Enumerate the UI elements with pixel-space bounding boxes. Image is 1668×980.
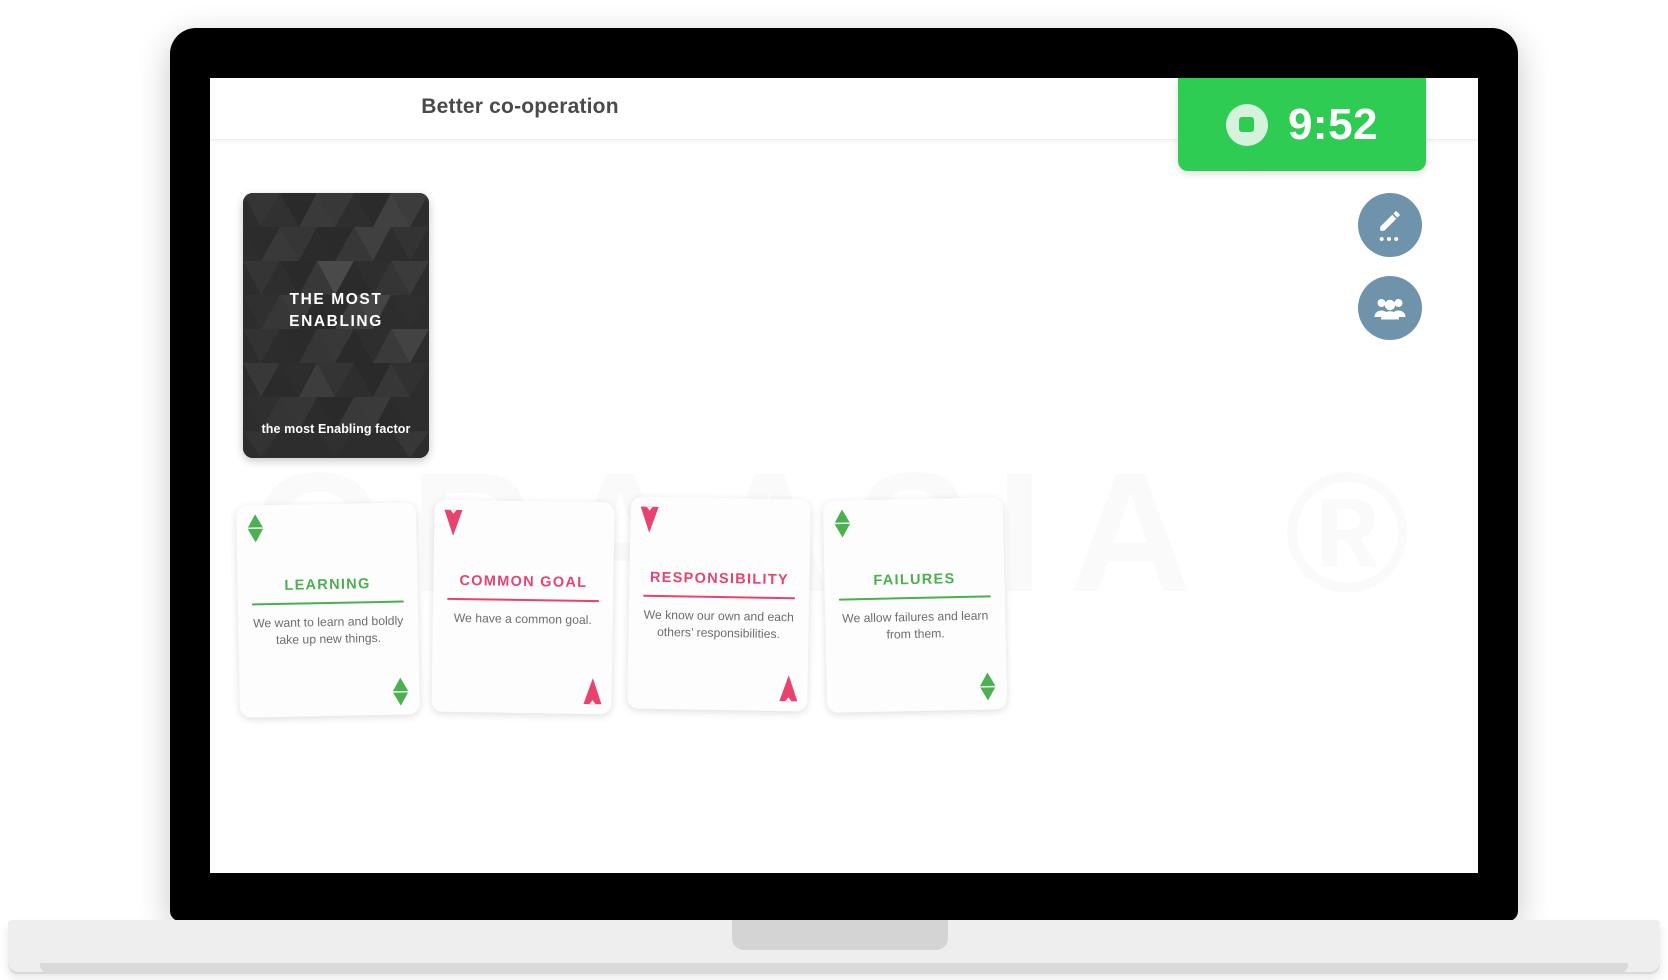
pink-triangle-marker-icon — [778, 673, 799, 703]
factor-card-title: RESPONSIBILITY — [649, 569, 790, 589]
screenshot-root: GRAASIA ® Better co-operation 9:52 ••• — [0, 0, 1668, 980]
people-group-icon — [1374, 295, 1406, 321]
pink-triangle-marker-icon — [582, 676, 602, 706]
factor-card-body: We want to learn and boldly take up new … — [253, 613, 404, 647]
pink-triangle-marker-icon — [443, 508, 463, 538]
factor-card-rule — [251, 600, 404, 606]
factor-cards-row: LEARNING We want to learn and boldly tak… — [210, 78, 1478, 873]
factor-card-rule — [447, 597, 600, 603]
laptop-base-lip — [40, 963, 1628, 973]
factor-card-title: COMMON GOAL — [459, 572, 588, 592]
participants-button[interactable] — [1358, 276, 1422, 340]
more-options-icon: ••• — [1379, 230, 1401, 248]
factor-card-title: FAILURES — [873, 571, 956, 589]
page-title: Better co-operation — [421, 95, 619, 118]
factor-card[interactable]: FAILURES We allow failures and learn fro… — [822, 497, 1008, 713]
factor-card[interactable]: LEARNING We want to learn and boldly tak… — [235, 502, 421, 718]
timer-value: 9:52 — [1287, 99, 1379, 149]
factor-card-rule — [643, 594, 796, 600]
laptop-base-notch — [732, 920, 948, 950]
factor-card-title: LEARNING — [284, 576, 371, 594]
factor-card-body: We have a common goal. — [453, 610, 592, 628]
edit-button[interactable]: ••• — [1358, 193, 1422, 257]
app-screen: GRAASIA ® Better co-operation 9:52 ••• — [210, 78, 1478, 873]
green-diamond-marker-icon — [977, 671, 998, 701]
factor-card-body: We allow failures and learn from them. — [842, 608, 989, 642]
pink-triangle-marker-icon — [639, 505, 660, 535]
factor-card[interactable]: COMMON GOAL We have a common goal. — [431, 499, 615, 715]
factor-card-body: We know our own and each others’ respons… — [643, 607, 794, 641]
green-diamond-marker-icon — [245, 513, 266, 543]
green-diamond-marker-icon — [390, 676, 411, 706]
green-diamond-marker-icon — [832, 508, 853, 538]
stop-circle-icon[interactable] — [1225, 103, 1268, 146]
pencil-icon — [1377, 208, 1403, 234]
factor-card[interactable]: RESPONSIBILITY We know our own and each … — [627, 496, 811, 712]
timer-chip[interactable]: 9:52 — [1178, 78, 1426, 171]
factor-card-rule — [838, 595, 991, 601]
